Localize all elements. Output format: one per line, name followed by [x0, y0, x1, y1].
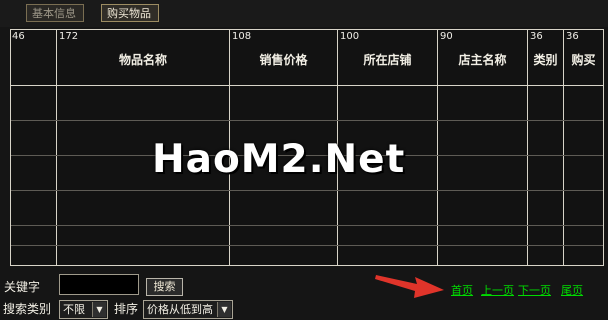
- category-label: 搜索类别: [3, 302, 52, 316]
- keyword-label: 关键字: [4, 280, 41, 294]
- pager-first-link[interactable]: 首页: [451, 283, 473, 299]
- column-header-owner: 店主名称: [458, 53, 507, 67]
- column-width-label: 90: [440, 31, 453, 42]
- tab-buy-items[interactable]: 购买物品: [101, 4, 159, 22]
- column-width-label: 100: [340, 31, 360, 42]
- pager-last-link[interactable]: 尾页: [561, 283, 583, 299]
- column-width-label: 46: [12, 31, 25, 42]
- column-width-label: 36: [566, 31, 579, 42]
- column-header-price: 销售价格: [259, 53, 308, 67]
- watermark-logo: HaoM2.Net: [152, 137, 406, 182]
- chevron-down-icon: ▼: [92, 302, 106, 317]
- column-width-label: 36: [530, 31, 543, 42]
- row-divider: [11, 245, 603, 246]
- column-width-label: 108: [232, 31, 252, 42]
- tab-basic-info[interactable]: 基本信息: [26, 4, 84, 22]
- keyword-input[interactable]: [59, 274, 139, 295]
- sort-select-value: 价格从低到高: [147, 303, 213, 316]
- row-divider: [11, 190, 603, 191]
- column-width-label: 172: [59, 31, 79, 42]
- chevron-down-icon: ▼: [217, 302, 231, 317]
- pager-prev-link[interactable]: 上一页: [481, 283, 514, 299]
- pointer-arrow-icon: [375, 275, 444, 298]
- row-divider: [11, 225, 603, 226]
- pager-next-link[interactable]: 下一页: [518, 283, 551, 299]
- column-header-item-name: 物品名称: [118, 53, 167, 67]
- sort-select[interactable]: 价格从低到高 ▼: [143, 300, 233, 319]
- category-select[interactable]: 不限 ▼: [59, 300, 108, 319]
- category-select-value: 不限: [63, 303, 85, 316]
- header-divider: [11, 85, 603, 86]
- sort-label: 排序: [114, 302, 139, 316]
- column-header-category: 类别: [533, 53, 558, 67]
- column-header-shop: 所在店铺: [363, 53, 412, 67]
- column-header-buy: 购买: [571, 53, 596, 67]
- row-divider: [11, 120, 603, 121]
- search-button[interactable]: 搜索: [146, 278, 183, 296]
- tab-bar: 基本信息 购买物品: [0, 0, 608, 27]
